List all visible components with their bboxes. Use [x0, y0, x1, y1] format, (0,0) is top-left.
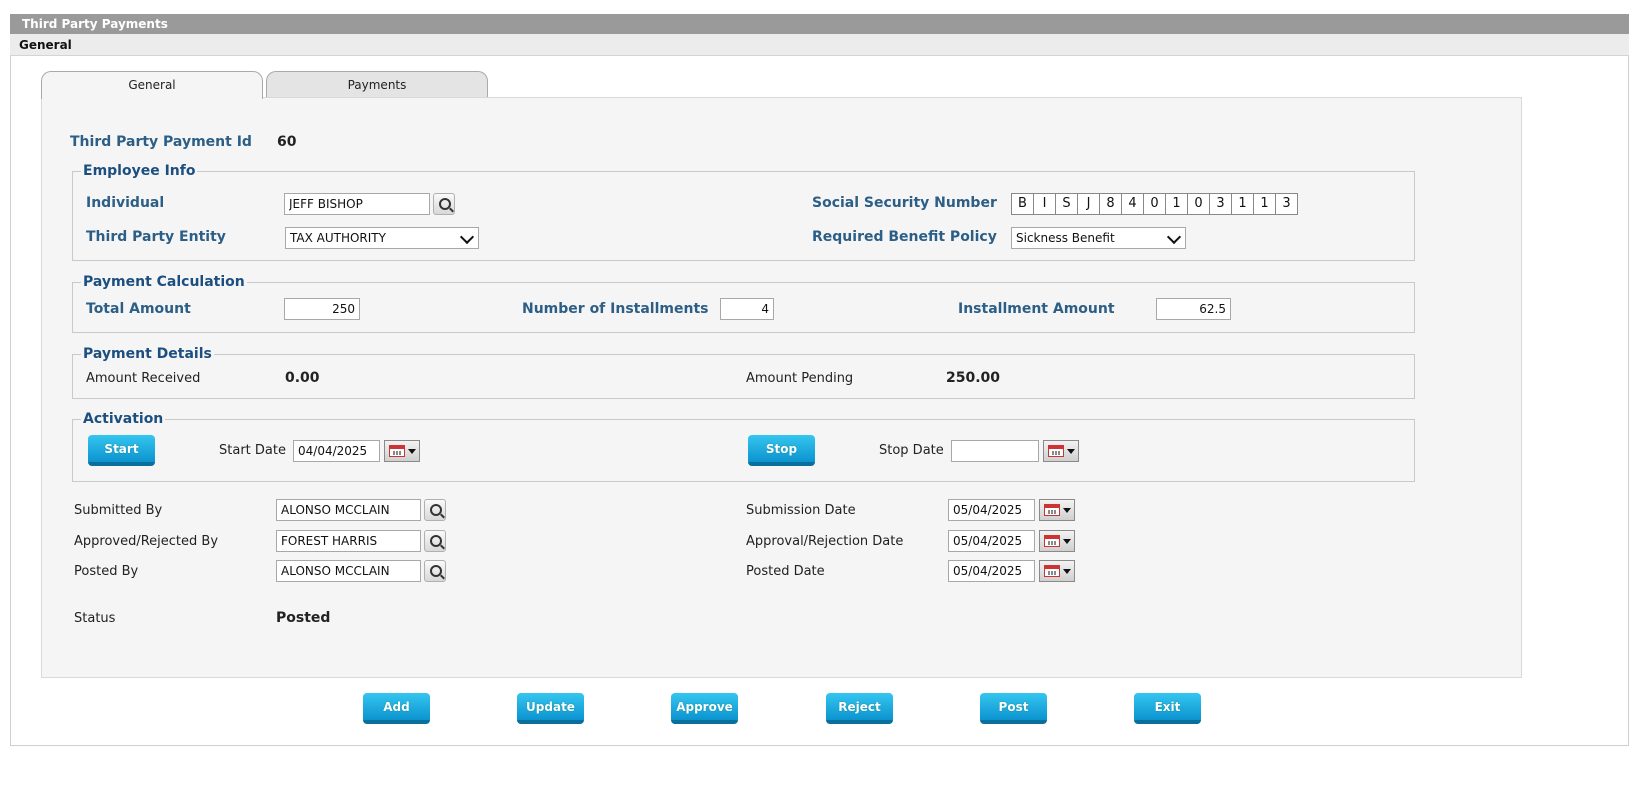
ssn-char: 3: [1210, 194, 1232, 214]
stop-button[interactable]: Stop: [748, 435, 815, 466]
window-title: Third Party Payments: [10, 14, 1629, 34]
posted-date-picker-button[interactable]: [1039, 560, 1075, 582]
start-date-picker-button[interactable]: [384, 440, 420, 462]
ssn-char: S: [1056, 194, 1078, 214]
installment-amount-input[interactable]: [1156, 298, 1231, 320]
installments-input[interactable]: [720, 298, 774, 320]
dropdown-arrow-icon: [1063, 569, 1071, 574]
exit-button[interactable]: Exit: [1134, 693, 1201, 724]
third-party-entity-value: TAX AUTHORITY: [290, 231, 386, 245]
approval-date-input[interactable]: [948, 530, 1035, 552]
status-value: Posted: [276, 610, 331, 626]
individual-label: Individual: [86, 195, 165, 211]
ssn-char: I: [1034, 194, 1056, 214]
calendar-icon: [389, 445, 405, 457]
posted-date-input[interactable]: [948, 560, 1035, 582]
benefit-policy-value: Sickness Benefit: [1016, 231, 1115, 245]
amount-received-label: Amount Received: [86, 371, 201, 386]
status-label: Status: [74, 611, 116, 626]
post-button[interactable]: Post: [980, 693, 1047, 724]
add-button[interactable]: Add: [363, 693, 430, 724]
posted-by-label: Posted By: [74, 564, 139, 579]
payment-details-legend: Payment Details: [81, 346, 214, 362]
submission-date-picker-button[interactable]: [1039, 499, 1075, 521]
start-date-input[interactable]: [293, 440, 380, 462]
posted-date-label: Posted Date: [746, 564, 825, 579]
installments-label: Number of Installments: [522, 301, 709, 317]
approved-by-input[interactable]: [276, 530, 421, 552]
approval-date-picker-button[interactable]: [1039, 530, 1075, 552]
payment-id-label: Third Party Payment Id: [70, 134, 252, 150]
approve-button[interactable]: Approve: [671, 693, 738, 724]
approval-date-label: Approval/Rejection Date: [746, 534, 904, 549]
total-amount-input[interactable]: [284, 298, 360, 320]
installment-amount-label: Installment Amount: [958, 301, 1115, 317]
individual-lookup-button[interactable]: [433, 193, 455, 215]
benefit-policy-select[interactable]: Sickness Benefit: [1011, 227, 1186, 249]
stop-date-picker-button[interactable]: [1043, 440, 1079, 462]
calendar-icon: [1044, 565, 1060, 577]
posted-by-lookup-button[interactable]: [424, 560, 446, 582]
approved-by-label: Approved/Rejected By: [74, 534, 219, 549]
ssn-char: 1: [1254, 194, 1276, 214]
calendar-icon: [1044, 504, 1060, 516]
ssn-char: B: [1012, 194, 1034, 214]
amount-pending-label: Amount Pending: [746, 371, 854, 386]
section-title: General: [10, 34, 1629, 56]
ssn-field[interactable]: B I S J 8 4 0 1 0 3 1 1 3: [1011, 193, 1298, 215]
total-amount-label: Total Amount: [86, 301, 191, 317]
reject-button[interactable]: Reject: [826, 693, 893, 724]
ssn-char: 4: [1122, 194, 1144, 214]
amount-pending-value: 250.00: [946, 370, 1001, 386]
update-button[interactable]: Update: [517, 693, 584, 724]
approved-by-lookup-button[interactable]: [424, 530, 446, 552]
individual-input[interactable]: [284, 193, 430, 215]
calendar-icon: [1048, 445, 1064, 457]
dropdown-arrow-icon: [408, 449, 416, 454]
calendar-icon: [1044, 535, 1060, 547]
third-party-entity-select[interactable]: TAX AUTHORITY: [285, 227, 479, 249]
activation-legend: Activation: [81, 411, 166, 427]
employee-info-legend: Employee Info: [81, 163, 198, 179]
payment-calculation-legend: Payment Calculation: [81, 274, 247, 290]
stop-date-label: Stop Date: [879, 443, 944, 458]
dropdown-arrow-icon: [1063, 539, 1071, 544]
ssn-char: 0: [1188, 194, 1210, 214]
benefit-policy-label: Required Benefit Policy: [812, 229, 997, 245]
tab-payments[interactable]: Payments: [266, 71, 488, 98]
ssn-char: 1: [1232, 194, 1254, 214]
search-icon: [430, 535, 442, 547]
ssn-char: 3: [1276, 194, 1297, 214]
start-button[interactable]: Start: [88, 435, 155, 466]
chevron-down-icon: [459, 229, 475, 245]
submission-date-input[interactable]: [948, 499, 1035, 521]
start-date-label: Start Date: [219, 443, 286, 458]
amount-received-value: 0.00: [285, 370, 320, 386]
submitted-by-label: Submitted By: [74, 503, 163, 518]
submission-date-label: Submission Date: [746, 503, 856, 518]
posted-by-input[interactable]: [276, 560, 421, 582]
payment-details-group: Payment Details: [72, 346, 1415, 399]
chevron-down-icon: [1166, 229, 1182, 245]
ssn-char: J: [1078, 194, 1100, 214]
ssn-char: 8: [1100, 194, 1122, 214]
search-icon: [430, 504, 442, 516]
tab-general[interactable]: General: [41, 71, 263, 99]
dropdown-arrow-icon: [1067, 449, 1075, 454]
ssn-char: 1: [1166, 194, 1188, 214]
stop-date-input[interactable]: [951, 440, 1039, 462]
ssn-label: Social Security Number: [812, 195, 997, 211]
submitted-by-input[interactable]: [276, 499, 421, 521]
search-icon: [430, 565, 442, 577]
ssn-char: 0: [1144, 194, 1166, 214]
search-icon: [439, 198, 451, 210]
payment-id-value: 60: [277, 134, 297, 150]
dropdown-arrow-icon: [1063, 508, 1071, 513]
third-party-entity-label: Third Party Entity: [86, 229, 226, 245]
submitted-by-lookup-button[interactable]: [424, 499, 446, 521]
